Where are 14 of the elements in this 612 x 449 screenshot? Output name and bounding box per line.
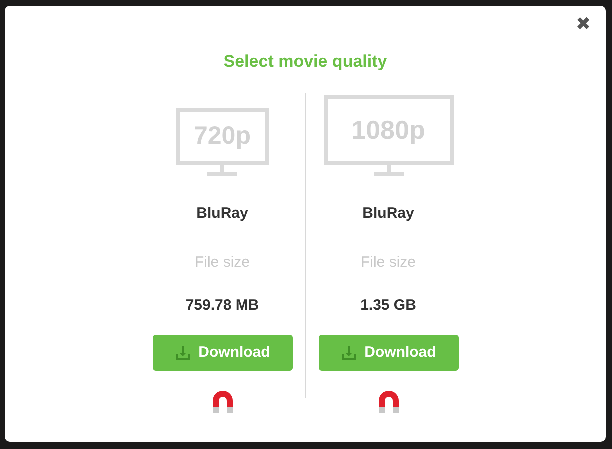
source-label: BluRay (362, 204, 414, 224)
magnet-icon (378, 391, 400, 413)
magnet-icon (212, 391, 234, 413)
download-icon (174, 345, 191, 361)
download-button[interactable]: Download (152, 335, 292, 371)
download-icon (340, 345, 357, 361)
monitor-icon (176, 108, 269, 176)
dialog-title: Select movie quality (224, 51, 388, 73)
file-size-value: 759.78 MB (186, 296, 260, 316)
file-size-value: 1.35 GB (360, 296, 416, 316)
source-label: BluRay (196, 204, 248, 224)
download-button[interactable]: Download (318, 335, 458, 371)
close-button[interactable]: ✖ (576, 15, 591, 33)
monitor-icon (324, 94, 454, 176)
